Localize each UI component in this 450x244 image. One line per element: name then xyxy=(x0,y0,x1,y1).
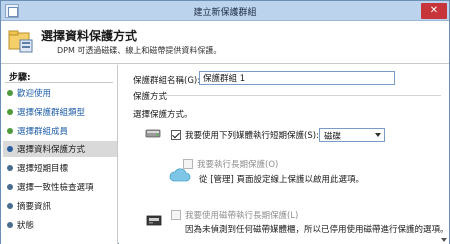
tape-protection-label: 我要使用磁帶執行長期保護(L) xyxy=(185,211,299,221)
step-status: 狀態 xyxy=(3,217,117,233)
online-protection-label: 我要執行長期保護(O) xyxy=(197,160,279,170)
select-value: 磁碟 xyxy=(324,132,342,142)
tape-protection-note: 因為未偵測到任何磁帶媒體櫃，所以已停用使用磁帶進行保護的選項。 xyxy=(185,225,449,235)
protection-group-icon xyxy=(8,30,33,53)
step-consistency-check: 選擇一致性檢查選項 xyxy=(3,179,117,195)
wizard-window: 建立新保護群組 ✕ 選擇資料保護方式 DPM 可透過磁碟、線上和磁帶提供資料保護… xyxy=(0,0,450,244)
window-title: 建立新保護群組 xyxy=(193,8,257,18)
step-group-type[interactable]: 選擇保護群組類型 xyxy=(3,104,117,120)
title-bar[interactable]: 建立新保護群組 ✕ xyxy=(1,1,449,21)
step-summary: 摘要資訊 xyxy=(3,198,117,214)
step-label: 摘要資訊 xyxy=(17,202,52,212)
step-label[interactable]: 選擇資料保護方式 xyxy=(17,143,85,155)
protection-method-heading: 保護方式 xyxy=(133,92,168,102)
online-protection-note: 從 [管理] 頁面設定線上保護以啟用此選項。 xyxy=(199,175,365,185)
short-term-label[interactable]: 我要使用下列媒體執行短期保護(S): xyxy=(185,129,319,141)
page-title: 選擇資料保護方式 xyxy=(41,29,138,43)
steps-divider xyxy=(5,82,113,83)
group-name-label: 保護群組名稱(G): xyxy=(133,76,201,86)
step-bullet-icon xyxy=(7,184,13,190)
step-short-term: 選擇短期目標 xyxy=(3,160,117,176)
short-term-checkbox[interactable] xyxy=(171,130,181,140)
step-bullet-icon xyxy=(7,109,13,115)
step-label: 狀態 xyxy=(17,221,35,231)
tape-protection-checkbox[interactable] xyxy=(171,210,181,220)
choose-method-label: 選擇保護方式。 xyxy=(133,110,193,120)
section-divider xyxy=(165,95,441,96)
short-term-media-select[interactable]: 磁碟 xyxy=(319,128,385,142)
step-label: 選擇一致性檢查選項 xyxy=(17,183,94,193)
disk-drive-icon xyxy=(145,129,161,138)
step-label: 選擇短期目標 xyxy=(17,164,69,174)
step-bullet-icon xyxy=(7,128,13,134)
wizard-header: 選擇資料保護方式 DPM 可透過磁碟、線上和磁帶提供資料保護。 xyxy=(1,22,449,64)
step-bullet-icon xyxy=(7,146,13,152)
step-protection-method[interactable]: 選擇資料保護方式 xyxy=(3,141,117,157)
tape-library-icon xyxy=(146,215,162,226)
chevron-down-icon xyxy=(375,133,381,137)
step-bullet-icon xyxy=(7,222,13,228)
step-welcome[interactable]: 歡迎使用 xyxy=(3,85,117,101)
close-button[interactable]: ✕ xyxy=(421,3,447,19)
steps-panel: 步驟: 歡迎使用 選擇保護群組類型 選擇群組成員 選擇資料保護方式 選擇短期目標… xyxy=(1,65,118,244)
main-panel: 保護群組名稱(G): 保護方式 選擇保護方式。 我要使用下列媒體執行短期保護(S… xyxy=(119,65,449,244)
step-bullet-icon xyxy=(7,165,13,171)
scroll-down-arrow-icon[interactable] xyxy=(439,236,449,244)
cloud-icon xyxy=(169,168,191,182)
step-label[interactable]: 選擇保護群組類型 xyxy=(17,106,85,118)
step-label[interactable]: 選擇群組成員 xyxy=(17,125,68,137)
step-bullet-icon xyxy=(7,90,13,96)
step-group-members[interactable]: 選擇群組成員 xyxy=(3,123,117,139)
step-bullet-icon xyxy=(7,203,13,209)
group-name-input[interactable] xyxy=(199,71,395,85)
page-description: DPM 可透過磁碟、線上和磁帶提供資料保護。 xyxy=(57,46,222,55)
step-label[interactable]: 歡迎使用 xyxy=(17,87,51,99)
